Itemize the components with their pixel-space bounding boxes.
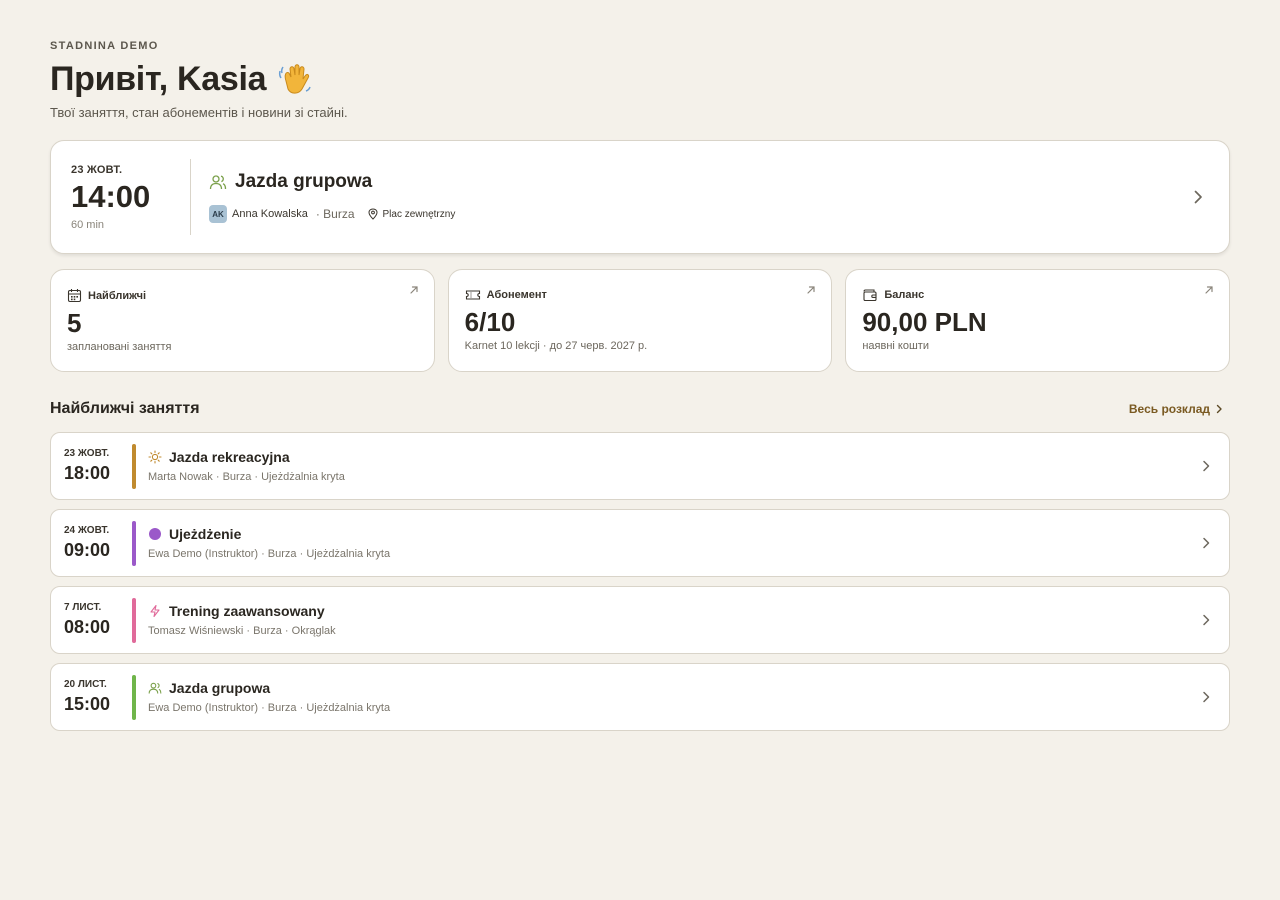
full-schedule-label: Весь розклад [1128,402,1210,416]
stat-value: 5 [67,308,82,338]
lesson-place: Plac zewnętrzny [367,208,456,220]
upcoming-section-header: Найближчі заняття Весь розклад [50,400,1230,418]
lesson-title: Trening zaawansowany [169,603,325,619]
lesson-title: Jazda grupowa [169,680,271,696]
list-item[interactable]: 20 ЛИСТ. 15:00 Jazda grupowa Ewa Demo (I… [50,663,1230,731]
lesson-title: Ujeżdżenie [169,526,242,542]
stat-header: Найближчі [67,288,418,303]
list-item[interactable]: 23 ЖОВТ. 18:00 Jazda rekreacyjna Marta N… [50,432,1230,500]
stat-header: Абонемент [465,288,816,302]
greeting-text: Привіт, Kasia [50,60,267,98]
arrow-up-right-icon[interactable] [805,284,817,296]
location-pin-icon [368,208,378,220]
instructor-name: Anna Kowalska [232,208,308,220]
lesson-time: 09:00 [64,540,111,560]
chevron-right-icon[interactable] [1199,613,1213,627]
chevron-right-icon[interactable] [1189,188,1207,206]
page-subtitle: Твої заняття, стан абонементів і новини … [50,105,348,120]
lesson-time-block: 23 ЖОВТ. 18:00 [64,448,132,484]
next-lesson-card[interactable]: 23 ЖОВТ. 14:00 60 min Jazda grupowa AK A… [50,140,1230,254]
lesson-time-block: 7 ЛИСТ. 08:00 [64,602,132,638]
stat-subtext: наявні кошти [862,340,929,352]
lesson-title-row: Trening zaawansowany [148,603,336,619]
lesson-title-row: Ujeżdżenie [148,526,390,542]
stat-label: Найближчі [88,289,147,302]
next-lesson-details: Jazda grupowa AK Anna Kowalska · Burza P… [209,171,455,223]
next-lesson-meta: AK Anna Kowalska · Burza Plac zewnętrzny [209,205,455,223]
lesson-date: 24 ЖОВТ. [64,525,110,536]
lesson-title: Jazda rekreacyjna [169,449,290,465]
brand-label: STADNINA DEMO [50,40,159,52]
lesson-subtitle: Ewa Demo (Instruktor) · Burza · Ujeżdżal… [148,702,391,714]
lesson-title-row: Jazda rekreacyjna [148,449,345,465]
lesson-time-block: 20 ЛИСТ. 15:00 [64,679,132,715]
chevron-right-icon[interactable] [1199,690,1213,704]
waving-hand-icon [279,64,311,94]
horse-name: · Burza [315,207,355,221]
lesson-time-block: 24 ЖОВТ. 09:00 [64,525,132,561]
full-schedule-link[interactable]: Весь розклад [1129,402,1224,416]
next-lesson-date: 23 ЖОВТ. [71,163,123,176]
chevron-right-icon[interactable] [1199,459,1213,473]
stats-row: Найближчі 5 заплановані заняття Абонемен… [50,269,1231,372]
lesson-color-bar [132,674,136,720]
chevron-right-icon[interactable] [1199,536,1213,550]
stat-card-balance[interactable]: Баланс 90,00 PLN наявні кошти [845,269,1231,372]
next-lesson-time: 14:00 [71,178,151,214]
lesson-time: 15:00 [64,694,111,714]
stat-label: Абонемент [486,289,547,301]
list-item[interactable]: 7 ЛИСТ. 08:00 Trening zaawansowany Tomas… [50,586,1230,654]
sun-icon [148,450,162,464]
stat-value: 90,00 PLN [862,307,987,337]
next-lesson-title: Jazda grupowa [235,171,373,192]
lesson-subtitle: Tomasz Wiśniewski · Burza · Okrąglak [148,625,336,637]
list-item[interactable]: 24 ЖОВТ. 09:00 Ujeżdżenie Ewa Demo (Inst… [50,509,1230,577]
stat-card-membership[interactable]: Абонемент 6/10 Karnet 10 lekcji · до 27 … [447,269,833,372]
lesson-color-bar [132,597,136,643]
lesson-date: 20 ЛИСТ. [64,679,107,690]
stat-label: Баланс [884,289,925,301]
wallet-icon [863,289,877,302]
next-lesson-duration: 60 min [71,218,105,231]
lesson-details: Ujeżdżenie Ewa Demo (Instruktor) · Burza… [148,526,390,560]
chevron-right-icon [1216,404,1222,414]
lesson-date: 7 ЛИСТ. [64,602,102,613]
section-title: Найближчі заняття [50,400,200,417]
stat-subtext: заплановані заняття [67,341,172,353]
group-icon [209,175,227,190]
stat-header: Баланс [862,288,1213,302]
arrow-up-right-icon[interactable] [1203,284,1215,296]
lesson-color-bar [132,443,136,489]
arrow-up-right-icon[interactable] [408,284,420,296]
bolt-icon [150,604,160,618]
lesson-title-row: Jazda grupowa [148,680,390,696]
lesson-details: Jazda grupowa Ewa Demo (Instruktor) · Bu… [148,680,390,714]
stat-subtext: Karnet 10 lekcji · до 27 черв. 2027 р. [464,340,648,352]
dashboard: STADNINA DEMO Привіт, Kasia Твої заняття… [50,40,1231,731]
group-icon [148,682,162,694]
upcoming-lessons-list: 23 ЖОВТ. 18:00 Jazda rekreacyjna Marta N… [50,432,1230,731]
lesson-color-bar [132,520,136,566]
calendar-icon [67,289,82,303]
lesson-subtitle: Marta Nowak · Burza · Ujeżdżalnia kryta [148,471,345,483]
place-label: Plac zewnętrzny [382,208,456,220]
page-title: Привіт, Kasia [50,59,1230,99]
lesson-details: Trening zaawansowany Tomasz Wiśniewski ·… [148,603,336,637]
lesson-time: 08:00 [64,617,111,637]
stat-value: 6/10 [464,307,516,337]
avatar: AK [209,205,227,223]
next-lesson-time-block: 23 ЖОВТ. 14:00 60 min [71,159,191,235]
dot-icon [149,528,161,540]
next-lesson-title-row: Jazda grupowa [209,171,455,193]
stat-card-upcoming[interactable]: Найближчі 5 заплановані заняття [50,269,435,372]
ticket-icon [465,290,480,300]
lesson-time: 18:00 [64,463,111,483]
lesson-subtitle: Ewa Demo (Instruktor) · Burza · Ujeżdżal… [148,548,391,560]
lesson-details: Jazda rekreacyjna Marta Nowak · Burza · … [148,449,345,483]
lesson-date: 23 ЖОВТ. [64,448,110,459]
